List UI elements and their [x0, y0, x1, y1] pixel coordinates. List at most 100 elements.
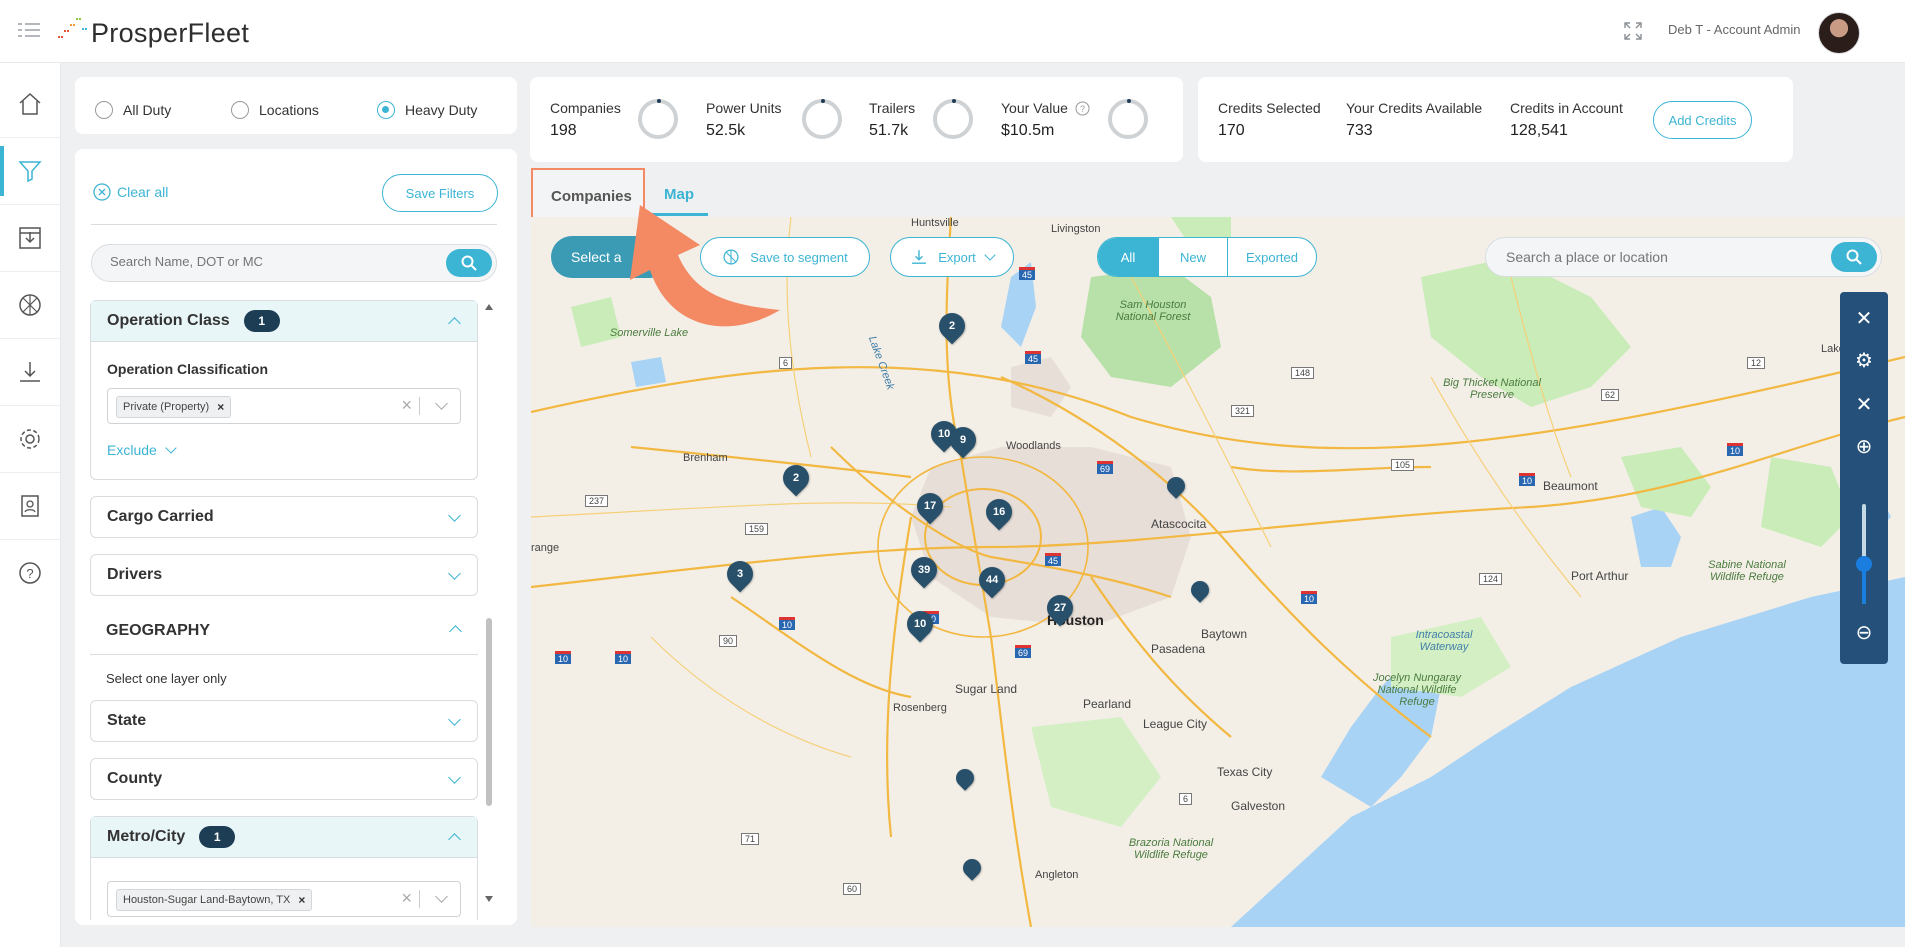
scroll-down-icon[interactable]: [485, 896, 493, 902]
fullscreen-icon[interactable]: [1624, 22, 1642, 40]
search-button[interactable]: [446, 249, 492, 277]
exclude-toggle[interactable]: Exclude: [107, 442, 177, 458]
selected-chip: Private (Property) ×: [116, 396, 232, 418]
user-name[interactable]: Deb T - Account Admin: [1668, 22, 1800, 37]
settings-icon: [20, 429, 40, 449]
highway-shield: 159: [745, 523, 769, 535]
highway-shield: 6: [779, 357, 793, 369]
accordion-drivers[interactable]: Drivers: [90, 554, 478, 596]
city-label: Sabine National Wildlife Refuge: [1708, 559, 1786, 583]
segment-exported[interactable]: Exported: [1227, 238, 1316, 276]
city-label: Rosenberg: [893, 702, 947, 714]
nav-home[interactable]: [0, 71, 60, 138]
radio-circle[interactable]: [231, 101, 249, 119]
chip-remove-icon[interactable]: ×: [217, 400, 224, 414]
credits-account-value: 128,541: [1510, 122, 1568, 139]
highway-shield: 6: [1179, 793, 1193, 805]
svg-text:?: ?: [26, 566, 33, 581]
search-icon: [1846, 249, 1862, 265]
metro-city-select[interactable]: Houston-Sugar Land-Baytown, TX × ×: [107, 881, 461, 917]
highway-shield: 90: [719, 635, 738, 647]
highway-shield: 62: [1601, 389, 1620, 401]
geography-header[interactable]: GEOGRAPHY: [90, 610, 478, 655]
count-badge: 1: [243, 310, 280, 332]
avatar[interactable]: [1818, 12, 1860, 54]
clear-all-link[interactable]: Clear all: [93, 183, 168, 201]
logo[interactable]: ProsperFleet: [58, 14, 249, 48]
scroll-up-icon[interactable]: [485, 304, 493, 310]
save-filters-button[interactable]: Save Filters: [382, 174, 498, 212]
radio-locations[interactable]: Locations: [231, 101, 319, 119]
download-icon: [20, 362, 40, 382]
metro-city-header[interactable]: Metro/City 1: [91, 817, 477, 858]
accordion-cargo-carried[interactable]: Cargo Carried: [90, 496, 478, 538]
highway-shield: 10: [1301, 591, 1318, 605]
highway-shield: 10: [615, 651, 632, 665]
operation-classification-select[interactable]: Private (Property) × ×: [107, 388, 461, 424]
segment-new[interactable]: New: [1158, 238, 1227, 276]
close-icon[interactable]: ✕: [1840, 306, 1888, 331]
chevron-down-icon: [984, 249, 996, 261]
place-search-button[interactable]: [1831, 242, 1877, 272]
state-header[interactable]: State: [91, 701, 477, 741]
chevron-down-icon: [448, 713, 461, 726]
your-value-value: $10.5m: [1001, 122, 1055, 139]
chip-label: Houston-Sugar Land-Baytown, TX: [123, 894, 291, 906]
chevron-down-icon: [448, 509, 461, 522]
county-header[interactable]: County: [91, 759, 477, 799]
drivers-header[interactable]: Drivers: [91, 555, 477, 595]
segment-all[interactable]: All: [1098, 238, 1158, 276]
add-credits-button[interactable]: Add Credits: [1653, 101, 1752, 139]
operation-class-header[interactable]: Operation Class 1: [91, 301, 477, 342]
search-icon: [461, 255, 477, 271]
nav-import[interactable]: [0, 205, 60, 272]
zoom-out-icon[interactable]: ⊖: [1840, 620, 1888, 645]
nav-segments[interactable]: [0, 272, 60, 339]
filter-scrollbar[interactable]: [484, 300, 494, 910]
home-icon: [19, 92, 41, 115]
companies-label: Companies: [550, 100, 621, 116]
clear-select-icon[interactable]: ×: [401, 395, 412, 416]
gear-icon[interactable]: ⚙: [1840, 348, 1888, 373]
zoom-slider-track[interactable]: [1856, 504, 1872, 604]
radio-all-duty[interactable]: All Duty: [95, 101, 171, 119]
highway-shield: 10: [555, 651, 572, 665]
company-search-input[interactable]: [108, 253, 432, 270]
accordion-operation-class: Operation Class 1 Operation Classificati…: [90, 300, 478, 480]
info-icon[interactable]: ?: [1075, 101, 1090, 116]
nav-filter[interactable]: [0, 138, 60, 205]
city-label: Pearland: [1083, 697, 1132, 711]
chevron-down-icon[interactable]: [435, 890, 448, 903]
export-dropdown-button[interactable]: Export: [890, 237, 1014, 277]
radio-heavy-duty[interactable]: Heavy Duty: [377, 101, 477, 119]
zoom-slider-thumb[interactable]: [1856, 556, 1872, 572]
nav-settings[interactable]: [0, 406, 60, 473]
accordion-state[interactable]: State: [90, 700, 478, 742]
city-label: Woodlands: [1006, 440, 1061, 452]
menu-toggle-icon[interactable]: [18, 22, 40, 38]
highway-shield: 124: [1479, 573, 1503, 585]
nav-help[interactable]: ?: [0, 540, 60, 606]
accordion-county[interactable]: County: [90, 758, 478, 800]
city-label: Livingston: [1051, 223, 1101, 235]
help-icon: ?: [19, 562, 41, 584]
chevron-down-icon: [448, 771, 461, 784]
close-icon[interactable]: ✕: [1840, 392, 1888, 417]
trailers-value: 51.7k: [869, 122, 909, 139]
your-value-label: Your Value: [1001, 100, 1068, 116]
chevron-down-icon[interactable]: [435, 397, 448, 410]
radio-circle[interactable]: [377, 101, 395, 119]
top-bar: ProsperFleet Deb T - Account Admin: [0, 0, 1905, 63]
place-search-input[interactable]: [1504, 248, 1808, 266]
nav-contacts[interactable]: [0, 473, 60, 540]
chip-remove-icon[interactable]: ×: [298, 893, 305, 907]
city-label: range: [531, 542, 560, 554]
credits-account-label: Credits in Account: [1510, 100, 1623, 116]
radio-circle[interactable]: [95, 101, 113, 119]
clear-select-icon[interactable]: ×: [401, 888, 412, 909]
cargo-carried-header[interactable]: Cargo Carried: [91, 497, 477, 537]
nav-download[interactable]: [0, 339, 60, 406]
zoom-in-icon[interactable]: ⊕: [1840, 434, 1888, 459]
scrollbar-thumb[interactable]: [486, 618, 492, 806]
city-label: Beaumont: [1543, 479, 1598, 493]
